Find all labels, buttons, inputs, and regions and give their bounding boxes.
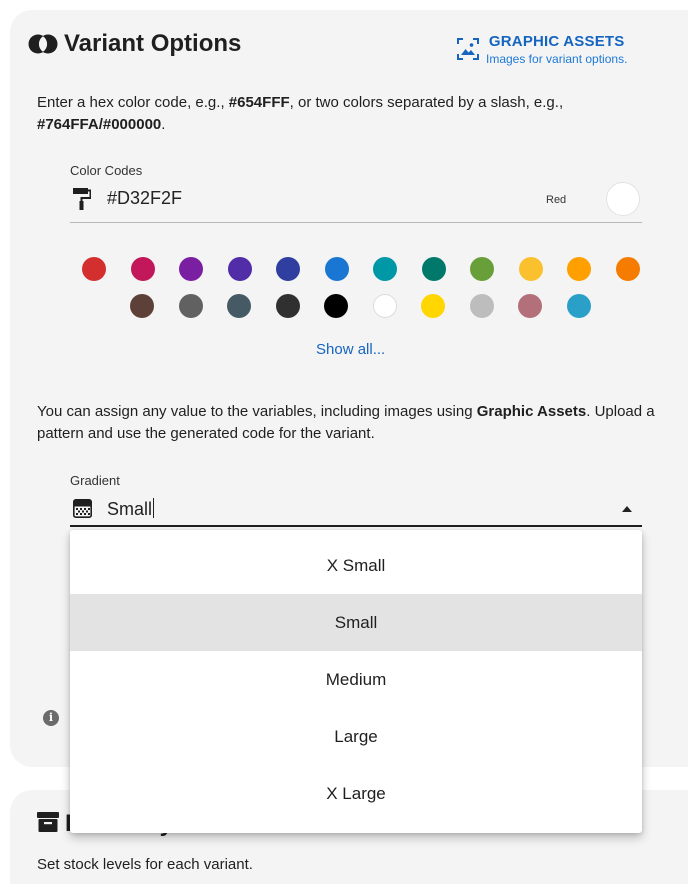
row2-color-swatch-2[interactable] xyxy=(227,294,251,318)
row2-color-swatch-4[interactable] xyxy=(324,294,348,318)
row1-color-swatch-4[interactable] xyxy=(276,257,300,281)
gradient-dropdown-menu: X Small Small Medium Large X Large xyxy=(70,530,642,833)
row2-color-swatch-9[interactable] xyxy=(566,294,591,318)
color-preview-swatch[interactable] xyxy=(606,182,640,216)
row1-color-swatch-1[interactable] xyxy=(130,257,155,281)
gradient-value[interactable]: Small xyxy=(107,498,155,520)
info-icon: i xyxy=(43,710,59,726)
gradient-select[interactable]: Small xyxy=(70,491,642,527)
color-codes-label: Color Codes xyxy=(70,163,143,178)
variant-options-icon xyxy=(28,34,58,54)
dropdown-arrow-up-icon[interactable] xyxy=(622,506,632,512)
show-all-colors-link[interactable]: Show all... xyxy=(316,341,385,358)
intro-text-suffix: . xyxy=(161,116,166,133)
graphic-assets-title: GRAPHIC ASSETS xyxy=(488,33,625,50)
row1-color-swatch-10[interactable] xyxy=(567,257,591,281)
color-instructions: Enter a hex color code, e.g., #654FFF, o… xyxy=(37,92,677,136)
gradient-value-text: Small xyxy=(107,499,153,519)
image-frame-icon xyxy=(457,38,479,60)
gradient-option-4[interactable]: X Large xyxy=(70,765,642,822)
graphic-assets-instructions: You can assign any value to the variable… xyxy=(37,401,677,445)
row1-color-swatch-2[interactable] xyxy=(179,257,203,281)
variant-options-title: Variant Options xyxy=(64,30,242,57)
para2-graphic-assets-bold: Graphic Assets xyxy=(476,403,587,420)
row1-color-swatch-9[interactable] xyxy=(518,257,543,281)
color-code-value[interactable]: #D32F2F xyxy=(107,188,182,209)
row1-color-swatch-6[interactable] xyxy=(373,257,397,281)
gradient-icon xyxy=(73,499,92,518)
intro-example-dual: #764FFA/#000000 xyxy=(37,116,162,133)
row2-color-swatch-3[interactable] xyxy=(275,294,300,318)
row2-color-swatch-7[interactable] xyxy=(469,294,494,318)
row1-color-swatch-5[interactable] xyxy=(324,257,349,281)
inventory-subtitle: Set stock levels for each variant. xyxy=(37,856,253,873)
row1-color-swatch-0[interactable] xyxy=(82,257,106,281)
intro-example-single: #654FFF xyxy=(228,94,290,111)
color-codes-field[interactable]: #D32F2F Red xyxy=(70,180,642,223)
color-name-label: Red xyxy=(546,194,567,206)
row1-color-swatch-3[interactable] xyxy=(227,257,252,281)
row1-color-swatch-8[interactable] xyxy=(470,257,494,281)
gradient-option-1[interactable]: Small xyxy=(70,594,642,651)
gradient-option-0[interactable]: X Small xyxy=(70,537,642,594)
row1-color-swatch-7[interactable] xyxy=(421,257,446,281)
gradient-label: Gradient xyxy=(70,473,120,488)
row1-color-swatch-11[interactable] xyxy=(615,257,640,281)
paint-roller-icon xyxy=(73,188,91,210)
intro-text-prefix: Enter a hex color code, e.g., xyxy=(37,94,229,111)
row2-color-swatch-6[interactable] xyxy=(421,294,445,318)
text-caret xyxy=(153,498,155,518)
para2-text-prefix: You can assign any value to the variable… xyxy=(37,403,477,420)
row2-color-swatch-1[interactable] xyxy=(178,294,203,318)
archive-box-icon xyxy=(37,812,59,832)
gradient-option-3[interactable]: Large xyxy=(70,708,642,765)
row2-color-swatch-5[interactable] xyxy=(372,294,397,318)
row2-color-swatch-0[interactable] xyxy=(130,294,154,318)
intro-text-middle: , or two colors separated by a slash, e.… xyxy=(289,94,564,111)
row2-color-swatch-8[interactable] xyxy=(518,294,542,318)
graphic-assets-subtitle: Images for variant options. xyxy=(486,52,628,66)
gradient-option-2[interactable]: Medium xyxy=(70,651,642,708)
variant-options-header: Variant Options xyxy=(28,30,241,58)
graphic-assets-button[interactable]: GRAPHIC ASSETS Images for variant option… xyxy=(457,33,627,66)
